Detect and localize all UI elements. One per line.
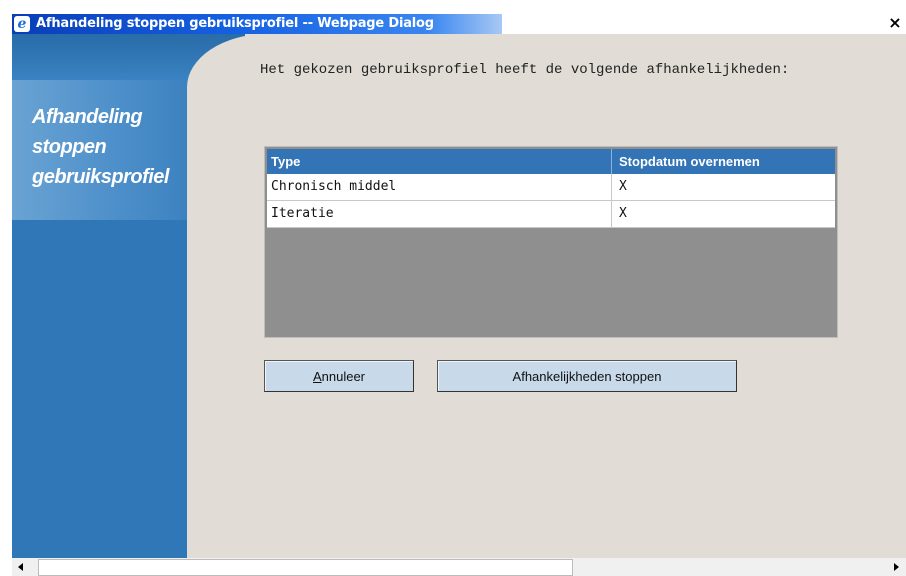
scroll-right-icon[interactable] [894,563,899,571]
sidebar-curve [187,34,267,558]
scrollbar-thumb[interactable] [38,559,573,576]
table-header: Type Stopdatum overnemen [267,149,835,174]
cell-type: Chronisch middel [271,179,397,194]
close-icon[interactable]: × [886,14,904,32]
column-divider [611,174,612,200]
table-row[interactable]: Iteratie X [267,201,835,228]
table-row[interactable]: Chronisch middel X [267,174,835,201]
column-header-stopdatum[interactable]: Stopdatum overnemen [619,149,760,174]
cancel-button[interactable]: Annuleer [264,360,414,392]
column-divider [611,149,612,174]
scroll-left-icon[interactable] [18,563,23,571]
cancel-accesskey: A [312,369,322,384]
cell-stopdatum: X [619,179,627,194]
ie-icon: e [14,16,30,32]
cell-type: Iteratie [271,206,334,221]
window-title: Afhandeling stoppen gebruiksprofiel -- W… [36,16,434,31]
dependencies-table: Type Stopdatum overnemen Chronisch midde… [264,146,838,338]
column-header-type[interactable]: Type [271,149,300,174]
title-bar: e Afhandeling stoppen gebruiksprofiel --… [0,0,906,34]
stop-dependencies-button[interactable]: Afhankelijkheden stoppen [437,360,737,392]
dialog-window: Afhandeling stoppen gebruiksprofiel Het … [12,34,906,558]
cancel-label-rest: nnuleer [321,369,366,384]
cell-stopdatum: X [619,206,627,221]
intro-text: Het gekozen gebruiksprofiel heeft de vol… [260,62,790,78]
column-divider [611,201,612,227]
horizontal-scrollbar[interactable] [12,558,906,576]
